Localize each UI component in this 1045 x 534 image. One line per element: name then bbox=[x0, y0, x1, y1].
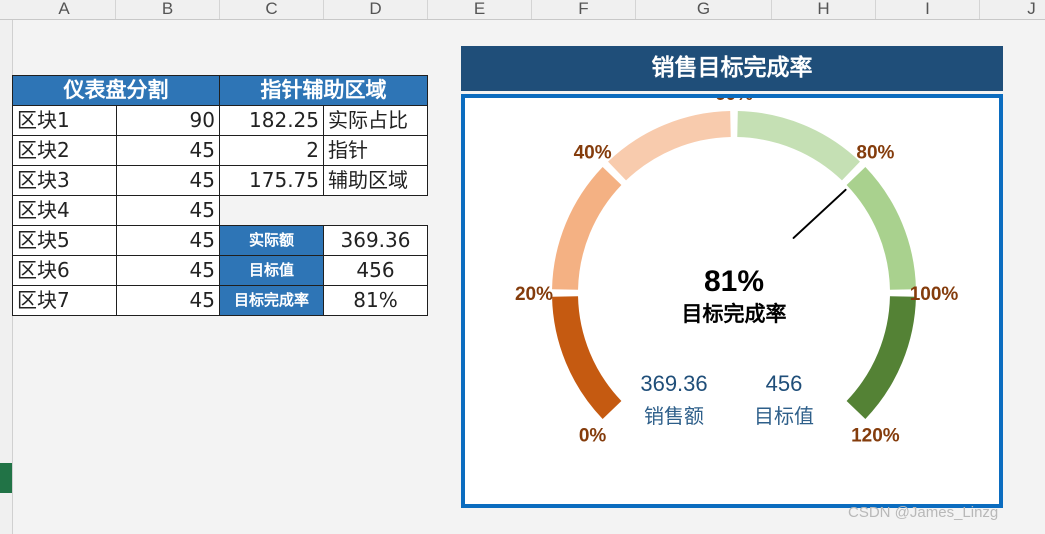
segment-name-cell[interactable]: 区块7 bbox=[12, 285, 117, 316]
gauge-pointer bbox=[792, 188, 847, 239]
chart-title[interactable]: 销售目标完成率 bbox=[461, 46, 1003, 91]
gauge-chart-area[interactable]: 0% 20% 40% 60% 80% 100% 120% 81% 目标完成率 369.36 销售额 4… bbox=[461, 94, 1003, 508]
segment-value-cell[interactable]: 45 bbox=[116, 135, 220, 166]
target-value: 456 bbox=[766, 371, 803, 396]
column-header-g[interactable]: G bbox=[636, 0, 772, 19]
header-pointer-area[interactable]: 指针辅助区域 bbox=[219, 75, 428, 106]
segment-name-cell[interactable]: 区块5 bbox=[12, 225, 117, 256]
segment-value-cell[interactable]: 90 bbox=[116, 105, 220, 136]
column-header-c[interactable]: C bbox=[220, 0, 324, 19]
sales-value: 369.36 bbox=[640, 371, 707, 396]
gauge-segment-6 bbox=[846, 296, 916, 419]
column-header-a[interactable]: A bbox=[13, 0, 116, 19]
pointer-value-cell[interactable]: 175.75 bbox=[219, 165, 324, 196]
scale-label: 60% bbox=[715, 98, 753, 105]
header-gauge-segments[interactable]: 仪表盘分割 bbox=[12, 75, 220, 106]
pointer-value-cell[interactable]: 2 bbox=[219, 135, 324, 166]
segment-name-cell[interactable]: 区块2 bbox=[12, 135, 117, 166]
segment-name-cell[interactable]: 区块3 bbox=[12, 165, 117, 196]
pointer-label-cell[interactable]: 实际占比 bbox=[323, 105, 428, 136]
scale-label: 100% bbox=[910, 284, 959, 305]
pointer-value-cell[interactable]: 182.25 bbox=[219, 105, 324, 136]
scale-label: 80% bbox=[856, 143, 894, 164]
column-header-bar: A B C D E F G H I J bbox=[0, 0, 1045, 20]
segment-name-cell[interactable]: 区块1 bbox=[12, 105, 117, 136]
segment-name-cell[interactable]: 区块4 bbox=[12, 195, 117, 226]
segment-name-cell[interactable]: 区块6 bbox=[12, 255, 117, 286]
scale-label: 0% bbox=[579, 425, 607, 446]
scale-label: 120% bbox=[851, 425, 900, 446]
column-header-h[interactable]: H bbox=[772, 0, 876, 19]
completion-rate-label: 目标完成率 bbox=[682, 302, 787, 326]
gauge-segment-4 bbox=[737, 111, 860, 181]
pointer-label-cell[interactable]: 指针 bbox=[323, 135, 428, 166]
kpi-label-completion[interactable]: 目标完成率 bbox=[219, 285, 324, 316]
scale-label: 40% bbox=[574, 143, 612, 164]
gauge-segment-2 bbox=[552, 167, 622, 290]
completion-rate-value: 81% bbox=[704, 265, 764, 298]
segment-value-cell[interactable]: 45 bbox=[116, 165, 220, 196]
sales-label: 销售额 bbox=[644, 404, 704, 428]
column-header-b[interactable]: B bbox=[116, 0, 220, 19]
column-header-j[interactable]: J bbox=[980, 0, 1045, 19]
column-header-i[interactable]: I bbox=[876, 0, 980, 19]
scale-label: 20% bbox=[515, 284, 553, 305]
gauge-chart: 0% 20% 40% 60% 80% 100% 120% 81% 目标完成率 369.36 销售额 4… bbox=[515, 98, 959, 446]
column-header-d[interactable]: D bbox=[324, 0, 428, 19]
segment-value-cell[interactable]: 45 bbox=[116, 255, 220, 286]
column-header-e[interactable]: E bbox=[428, 0, 532, 19]
kpi-value-target[interactable]: 456 bbox=[323, 255, 428, 286]
watermark: CSDN @James_Linzg bbox=[848, 504, 999, 521]
kpi-value-actual[interactable]: 369.36 bbox=[323, 225, 428, 256]
kpi-label-actual[interactable]: 实际额 bbox=[219, 225, 324, 256]
column-header-f[interactable]: F bbox=[532, 0, 636, 19]
row-selection-marker bbox=[0, 463, 12, 493]
gauge-segment-3 bbox=[608, 111, 731, 181]
target-label: 目标值 bbox=[754, 404, 814, 428]
kpi-value-completion[interactable]: 81% bbox=[323, 285, 428, 316]
gauge-segment-5 bbox=[846, 167, 916, 290]
segment-value-cell[interactable]: 45 bbox=[116, 225, 220, 256]
segment-value-cell[interactable]: 45 bbox=[116, 285, 220, 316]
gauge-segment-1 bbox=[552, 296, 622, 419]
kpi-label-target[interactable]: 目标值 bbox=[219, 255, 324, 286]
segment-value-cell[interactable]: 45 bbox=[116, 195, 220, 226]
pointer-label-cell[interactable]: 辅助区域 bbox=[323, 165, 428, 196]
